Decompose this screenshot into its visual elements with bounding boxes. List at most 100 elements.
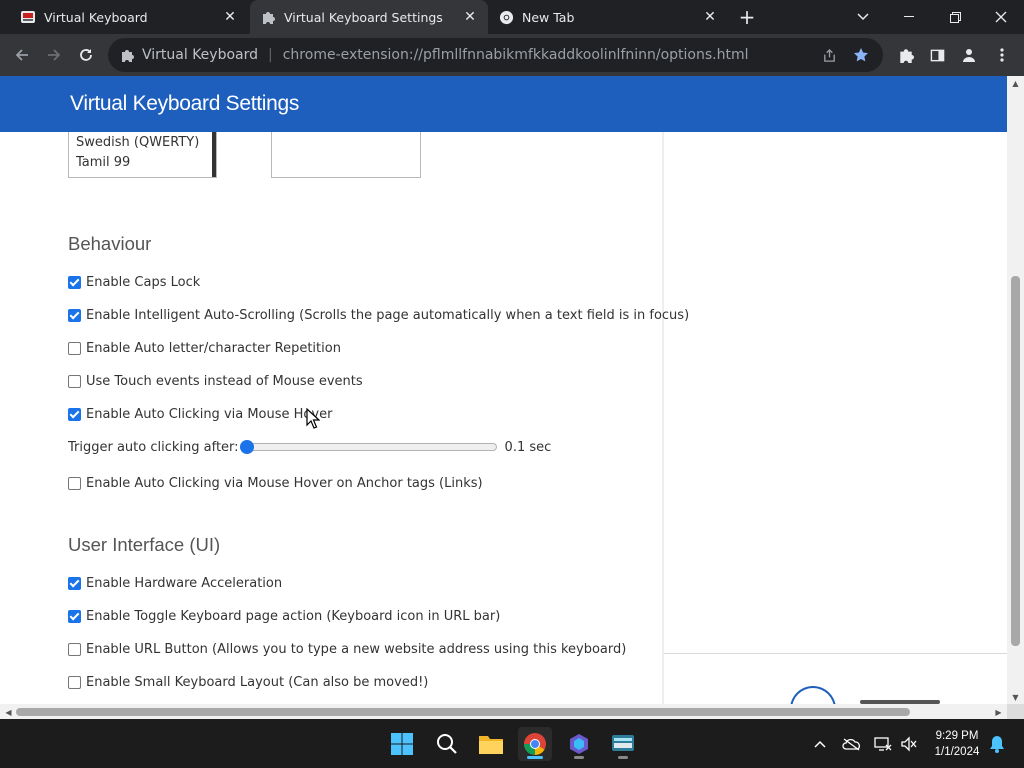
scroll-right-arrow-icon[interactable]: ▶	[990, 705, 1007, 719]
tab-strip: Virtual Keyboard ✕ Virtual Keyboard Sett…	[0, 0, 1024, 34]
close-tab-icon[interactable]: ✕	[700, 9, 720, 25]
address-bar[interactable]: Virtual Keyboard | chrome-extension://pf…	[108, 38, 883, 72]
reload-icon[interactable]	[70, 39, 102, 71]
bookmark-star-icon[interactable]	[845, 47, 877, 63]
touch-events-option[interactable]: Use Touch events instead of Mouse events	[68, 372, 363, 390]
system-clock[interactable]: 9:29 PM 1/1/2024	[922, 728, 992, 760]
checkbox[interactable]	[68, 609, 81, 623]
small-keyboard-option[interactable]: Enable Small Keyboard Layout (Can also b…	[68, 673, 428, 691]
page-content: Virtual Keyboard Settings Swedish (QWERT…	[0, 76, 1007, 704]
horizontal-scroll-thumb[interactable]	[16, 708, 910, 716]
close-tab-icon[interactable]: ✕	[220, 9, 240, 25]
auto-click-delay-slider[interactable]	[239, 440, 497, 454]
checkbox[interactable]	[68, 308, 81, 322]
tab-search-chevron-icon[interactable]	[840, 0, 886, 34]
forward-arrow-icon[interactable]	[38, 39, 70, 71]
caps-lock-option[interactable]: Enable Caps Lock	[68, 273, 200, 291]
slider-thumb[interactable]	[239, 440, 254, 454]
vertical-scroll-thumb[interactable]	[1011, 276, 1020, 646]
right-panel-divider	[664, 653, 1007, 654]
minimize-button[interactable]	[886, 0, 932, 34]
option-label: Enable Intelligent Auto-Scrolling (Scrol…	[86, 307, 690, 323]
checkbox[interactable]	[68, 341, 81, 355]
windows-taskbar: 9:29 PM 1/1/2024	[0, 719, 1024, 768]
new-tab-button[interactable]: +	[724, 0, 770, 34]
show-hidden-icons-chevron-icon[interactable]	[809, 733, 831, 755]
language-option[interactable]: Swedish (QWERTY)	[69, 133, 216, 153]
page-title: Virtual Keyboard Settings	[70, 92, 300, 115]
checkbox[interactable]	[68, 642, 81, 656]
volume-muted-icon[interactable]	[898, 733, 920, 755]
restore-button[interactable]	[932, 0, 978, 34]
page-header: Virtual Keyboard Settings	[0, 76, 1007, 132]
checkbox[interactable]	[68, 275, 81, 289]
scroll-up-arrow-icon[interactable]: ▲	[1007, 76, 1024, 90]
chrome-icon	[498, 9, 514, 25]
start-icon[interactable]	[385, 727, 419, 761]
back-arrow-icon[interactable]	[6, 39, 38, 71]
scroll-left-arrow-icon[interactable]: ◀	[0, 705, 17, 719]
auto-click-delay-row: Trigger auto clicking after: 0.1 sec	[68, 438, 551, 456]
search-icon[interactable]	[430, 727, 464, 761]
tab-virtual-keyboard[interactable]: Virtual Keyboard ✕	[0, 0, 248, 34]
side-panel-icon[interactable]	[921, 39, 953, 71]
tab-new-tab[interactable]: New Tab ✕	[490, 0, 728, 34]
chrome-menu-icon[interactable]	[986, 39, 1018, 71]
tab-virtual-keyboard-settings[interactable]: Virtual Keyboard Settings ✕	[250, 0, 488, 34]
omnibox-separator: |	[268, 47, 273, 63]
option-label: Enable Auto Clicking via Mouse Hover	[86, 406, 333, 422]
puzzle-piece-icon	[260, 9, 276, 25]
extension-puzzle-icon	[120, 48, 134, 62]
site-name: Virtual Keyboard	[142, 47, 259, 63]
running-app-indicator	[618, 756, 628, 759]
right-panel-logo-icon	[790, 686, 836, 704]
copilot-icon[interactable]	[562, 727, 596, 761]
auto-repetition-option[interactable]: Enable Auto letter/character Repetition	[68, 339, 341, 357]
horizontal-scrollbar[interactable]: ◀ ▶	[0, 704, 1007, 719]
scrollbar-corner	[1007, 704, 1024, 719]
tab-title: Virtual Keyboard	[44, 9, 148, 25]
browser-toolbar: Virtual Keyboard | chrome-extension://pf…	[0, 34, 1024, 76]
checkbox[interactable]	[68, 675, 81, 689]
language-option[interactable]: Tamil 99	[69, 153, 216, 173]
extension-favicon-icon	[20, 9, 36, 25]
checkbox[interactable]	[68, 407, 81, 421]
clock-time: 9:29 PM	[935, 730, 979, 742]
option-label: Enable URL Button (Allows you to type a …	[86, 641, 627, 657]
auto-clicking-anchor-option[interactable]: Enable Auto Clicking via Mouse Hover on …	[68, 474, 483, 492]
checkbox[interactable]	[68, 476, 81, 490]
close-tab-icon[interactable]: ✕	[460, 9, 480, 25]
virtual-keyboard-app-icon[interactable]	[606, 727, 640, 761]
auto-clicking-hover-option[interactable]: Enable Auto Clicking via Mouse Hover	[68, 405, 332, 423]
url-text[interactable]: chrome-extension://pflmllfnnabikmfkkaddk…	[283, 47, 813, 63]
chrome-icon[interactable]	[518, 727, 552, 761]
extensions-puzzle-icon[interactable]	[890, 39, 922, 71]
option-label: Enable Caps Lock	[86, 274, 201, 290]
behaviour-section-title: Behaviour	[68, 233, 152, 254]
option-label: Use Touch events instead of Mouse events	[86, 373, 363, 389]
file-explorer-icon[interactable]	[474, 727, 508, 761]
profile-avatar-icon[interactable]	[953, 39, 985, 71]
column-divider	[662, 132, 664, 704]
close-window-button[interactable]	[978, 0, 1024, 34]
ui-section-title: User Interface (UI)	[68, 534, 221, 555]
slider-value: 0.1 sec	[504, 439, 552, 455]
network-icon[interactable]	[872, 733, 894, 755]
toggle-page-action-option[interactable]: Enable Toggle Keyboard page action (Keyb…	[68, 607, 500, 625]
share-icon[interactable]	[813, 48, 845, 63]
option-label: Enable Auto Clicking via Mouse Hover on …	[86, 475, 483, 491]
hardware-acceleration-option[interactable]: Enable Hardware Acceleration	[68, 574, 282, 592]
mouse-cursor-icon	[306, 408, 320, 429]
auto-scrolling-option[interactable]: Enable Intelligent Auto-Scrolling (Scrol…	[68, 306, 689, 324]
checkbox[interactable]	[68, 374, 81, 388]
scroll-down-arrow-icon[interactable]: ▼	[1007, 690, 1024, 704]
notification-bell-icon[interactable]	[986, 733, 1008, 755]
option-label: Enable Toggle Keyboard page action (Keyb…	[86, 608, 501, 624]
checkbox[interactable]	[68, 576, 81, 590]
vertical-scrollbar[interactable]: ▲ ▼	[1007, 76, 1024, 704]
active-app-indicator	[527, 756, 543, 759]
tab-title: Virtual Keyboard Settings	[284, 9, 443, 25]
onedrive-icon[interactable]	[841, 733, 863, 755]
option-label: Enable Small Keyboard Layout (Can also b…	[86, 674, 429, 690]
url-button-option[interactable]: Enable URL Button (Allows you to type a …	[68, 640, 626, 658]
